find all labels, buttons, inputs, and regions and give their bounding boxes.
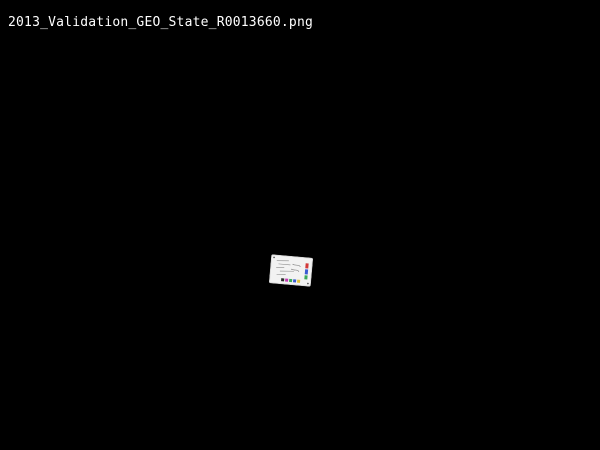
photo-card (268, 254, 314, 287)
color-swatch-dark (281, 278, 285, 282)
color-swatch-magenta (285, 278, 289, 282)
color-swatch-green (304, 275, 308, 280)
color-swatch-bottom-green (289, 278, 293, 283)
image-filename: 2013_Validation_GEO_State_R0013660.png (8, 15, 314, 30)
image-canvas (0, 40, 600, 450)
color-swatch-red (305, 263, 309, 269)
color-swatch-yellow (296, 279, 301, 283)
color-swatch-blue (304, 269, 309, 275)
color-swatch-bottom-blue (292, 279, 297, 283)
image-viewer: 2013_Validation_GEO_State_R0013660.png (0, 0, 600, 450)
